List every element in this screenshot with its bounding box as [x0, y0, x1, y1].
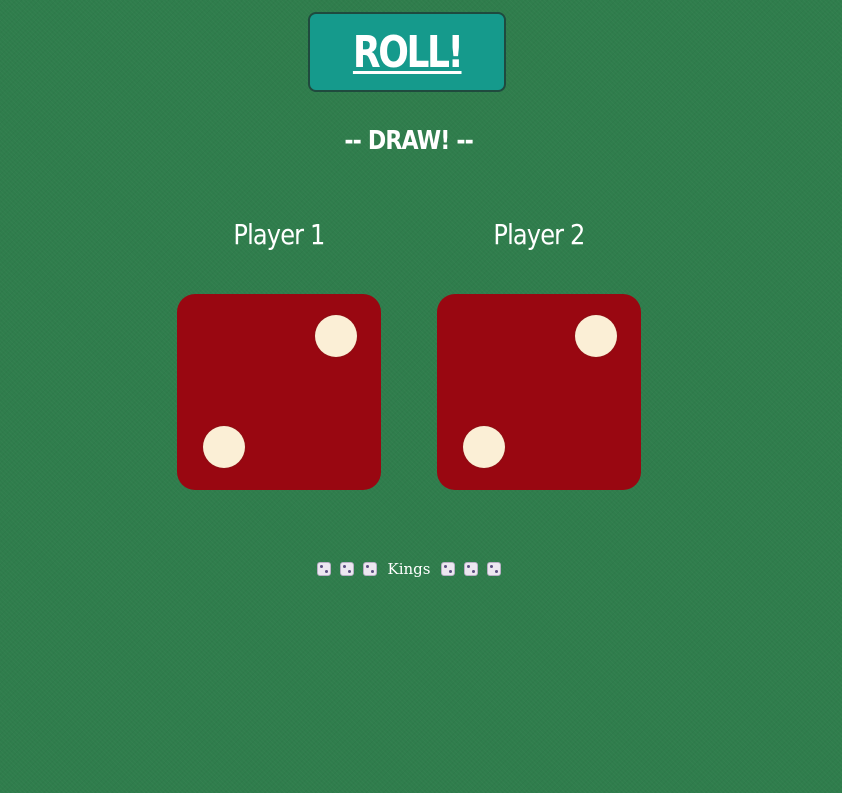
- dice-icon: [317, 562, 332, 576]
- footer: Kings: [0, 560, 818, 578]
- player-2-name-text: Player 2: [493, 218, 585, 251]
- player-1-die: [177, 294, 381, 490]
- result-message: -- DRAW! --: [0, 126, 818, 156]
- player-1-name-text: Player 1: [233, 218, 325, 251]
- roll-button[interactable]: ROLL!: [308, 12, 506, 92]
- dice-icon: [464, 562, 479, 576]
- dice-icon: [362, 562, 377, 576]
- die-pip: [575, 315, 617, 357]
- die-pip: [315, 315, 357, 357]
- player-2-panel: Player 2: [437, 218, 641, 490]
- result-message-text: -- DRAW! --: [344, 126, 475, 156]
- player-2-die: [437, 294, 641, 490]
- footer-label: Kings: [387, 560, 431, 578]
- player-1-panel: Player 1: [177, 218, 381, 490]
- dice-icon: [441, 562, 456, 576]
- roll-button-label: ROLL!: [352, 26, 464, 78]
- player-1-name: Player 1: [177, 218, 381, 251]
- die-pip: [203, 426, 245, 468]
- die-pip: [463, 426, 505, 468]
- dice-icon: [486, 562, 501, 576]
- player-2-name: Player 2: [437, 218, 641, 251]
- dice-icon: [339, 562, 354, 576]
